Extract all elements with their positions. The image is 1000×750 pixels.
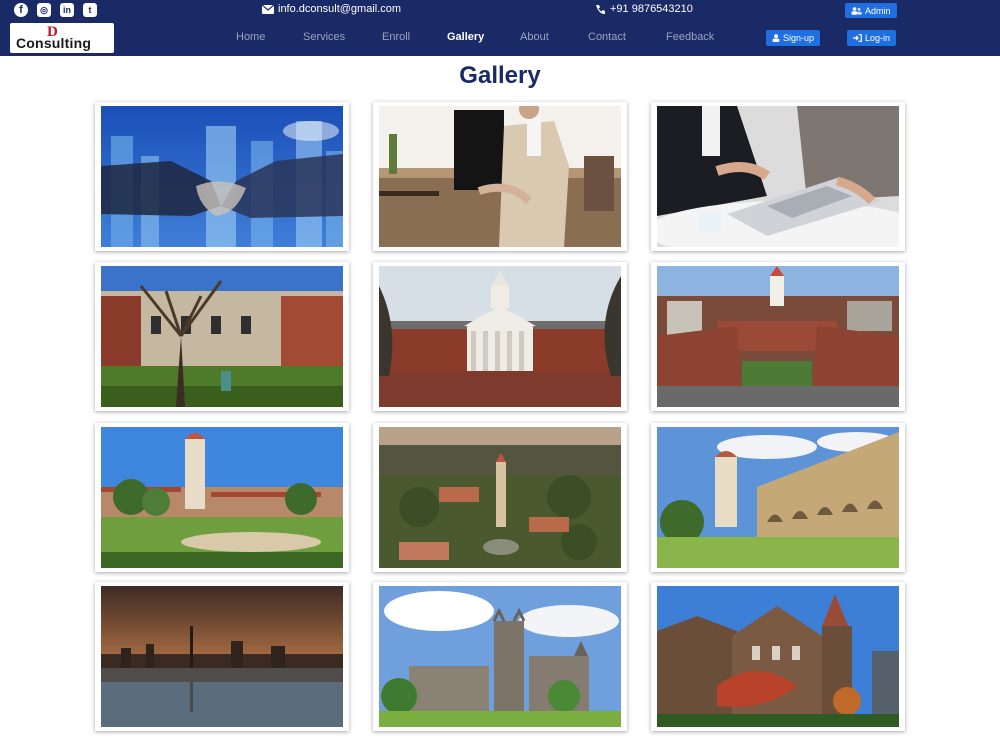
nav-link-enroll[interactable]: Enroll bbox=[382, 31, 410, 43]
sign-in-icon bbox=[853, 34, 862, 42]
admin-label: Admin bbox=[865, 5, 891, 16]
gallery-item-6[interactable] bbox=[651, 262, 905, 411]
phone-icon bbox=[596, 4, 605, 14]
phone-text: +91 9876543210 bbox=[610, 3, 693, 15]
nav-link-contact[interactable]: Contact bbox=[588, 31, 626, 43]
nav-link-about[interactable]: About bbox=[520, 31, 549, 43]
gallery-photo-aerial-tower bbox=[379, 427, 621, 568]
gallery-item-3[interactable] bbox=[651, 102, 905, 251]
gallery-photo-arcade-building bbox=[657, 427, 899, 568]
gallery-photo-courtyard bbox=[101, 266, 343, 407]
top-info-bar: f ◎ in t info.dconsult@gmail.com +91 987… bbox=[0, 0, 1000, 20]
admin-button[interactable]: Admin bbox=[845, 3, 897, 18]
logo-text: Consulting bbox=[16, 35, 92, 51]
signup-button[interactable]: Sign-up bbox=[766, 30, 821, 46]
facebook-icon[interactable]: f bbox=[14, 3, 28, 17]
gallery-photo-colonnade-hall bbox=[379, 266, 621, 407]
login-button[interactable]: Log-in bbox=[847, 30, 897, 46]
brand-logo[interactable]: D Consulting bbox=[10, 23, 114, 53]
nav-link-gallery[interactable]: Gallery bbox=[447, 31, 484, 43]
gallery-photo-skyline bbox=[101, 586, 343, 727]
page-title: Gallery bbox=[459, 62, 541, 89]
gallery-photo-meeting bbox=[657, 106, 899, 247]
gallery-item-12[interactable] bbox=[651, 582, 905, 731]
gallery-photo-gothic-college bbox=[379, 586, 621, 727]
gallery-item-7[interactable] bbox=[95, 423, 349, 572]
user-icon bbox=[772, 34, 780, 42]
contact-phone[interactable]: +91 9876543210 bbox=[595, 3, 693, 15]
gallery-item-1[interactable] bbox=[95, 102, 349, 251]
gallery-item-9[interactable] bbox=[651, 423, 905, 572]
envelope-icon bbox=[262, 4, 274, 14]
gallery-item-11[interactable] bbox=[373, 582, 627, 731]
nav-link-services[interactable]: Services bbox=[303, 31, 345, 43]
linkedin-icon[interactable]: in bbox=[60, 3, 74, 17]
gallery-photo-tower-quad bbox=[101, 427, 343, 568]
main-navbar: D Consulting Home Services Enroll Galler… bbox=[0, 20, 1000, 56]
gallery-photo-victorian-hall bbox=[657, 586, 899, 727]
social-links: f ◎ in t bbox=[14, 3, 97, 17]
users-icon bbox=[851, 6, 862, 15]
gallery-item-10[interactable] bbox=[95, 582, 349, 731]
signup-label: Sign-up bbox=[783, 33, 815, 43]
email-text: info.dconsult@gmail.com bbox=[278, 3, 402, 15]
nav-link-feedback[interactable]: Feedback bbox=[666, 31, 714, 43]
gallery-photo-handshake bbox=[101, 106, 343, 247]
nav-link-home[interactable]: Home bbox=[236, 31, 265, 43]
instagram-icon[interactable]: ◎ bbox=[37, 3, 51, 17]
gallery-item-4[interactable] bbox=[95, 262, 349, 411]
twitter-icon[interactable]: t bbox=[83, 3, 97, 17]
gallery-photo-aerial-cupola bbox=[657, 266, 899, 407]
gallery-item-5[interactable] bbox=[373, 262, 627, 411]
contact-email[interactable]: info.dconsult@gmail.com bbox=[262, 3, 401, 15]
gallery-photo-businesswoman bbox=[379, 106, 621, 247]
gallery-item-2[interactable] bbox=[373, 102, 627, 251]
gallery-item-8[interactable] bbox=[373, 423, 627, 572]
login-label: Log-in bbox=[865, 33, 891, 43]
